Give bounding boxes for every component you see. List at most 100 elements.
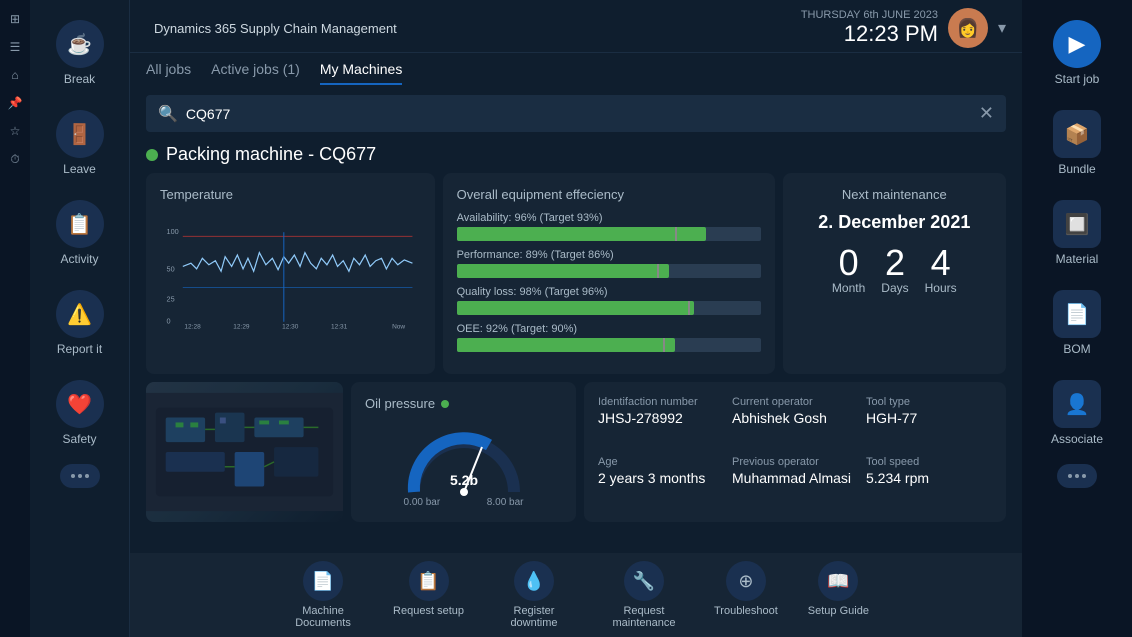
more-sidebar-button[interactable]: [60, 464, 100, 488]
sidebar-item-break[interactable]: ☕ Break: [35, 10, 125, 96]
maintenance-date: 2. December 2021: [797, 212, 992, 233]
days-counter: 2 Days: [881, 245, 908, 295]
info-field-id: Identifaction number JHSJ-278992: [598, 396, 724, 448]
id-label: Identifaction number: [598, 396, 724, 408]
time-text: 12:23 PM: [801, 21, 938, 47]
machine-title-bar: Packing machine - CQ677: [130, 140, 1022, 173]
svg-text:12:28: 12:28: [184, 323, 201, 330]
associate-label: Associate: [1051, 432, 1103, 446]
temperature-title: Temperature: [160, 187, 421, 202]
start-job-button[interactable]: ▶ Start job: [1030, 10, 1125, 96]
datetime-box: THURSDAY 6th JUNE 2023 12:23 PM: [801, 9, 938, 47]
oee-row-3: OEE: 92% (Target: 90%): [457, 323, 761, 352]
svg-text:5.2b: 5.2b: [449, 472, 477, 488]
action-request-setup[interactable]: 📋 Request setup: [393, 561, 464, 629]
action-label-3: Request maintenance: [604, 605, 684, 629]
chevron-down-icon[interactable]: ▾: [998, 18, 1006, 38]
topbar: Dynamics 365 Supply Chain Management THU…: [130, 0, 1022, 53]
action-label-5: Setup Guide: [808, 605, 869, 617]
svg-text:Now: Now: [392, 323, 405, 330]
tool-type-value: HGH-77: [866, 410, 992, 426]
tab-my-machines[interactable]: My Machines: [320, 61, 402, 85]
machine-image-card: [146, 382, 343, 522]
maintenance-card: Next maintenance 2. December 2021 0 Mont…: [783, 173, 1006, 374]
tool-type-label: Tool type: [866, 396, 992, 408]
report-icon: ⚠️: [56, 290, 104, 338]
id-value: JHSJ-278992: [598, 410, 724, 426]
info-field-operator: Current operator Abhishek Gosh: [732, 396, 858, 448]
safety-icon: ❤️: [56, 380, 104, 428]
machine-name: Packing machine - CQ677: [166, 144, 376, 165]
age-label: Age: [598, 456, 724, 468]
hours-counter: 4 Hours: [925, 245, 957, 295]
svg-text:50: 50: [167, 264, 175, 273]
material-button[interactable]: 🔲 Material: [1030, 190, 1125, 276]
avatar[interactable]: 👩: [948, 8, 988, 48]
action-label-4: Troubleshoot: [714, 605, 778, 617]
main-content: Dynamics 365 Supply Chain Management THU…: [130, 0, 1022, 637]
close-icon[interactable]: ✕: [979, 103, 994, 124]
oil-title: Oil pressure: [365, 396, 449, 411]
associate-button[interactable]: 👤 Associate: [1030, 370, 1125, 456]
sidebar: ☕ Break 🚪 Leave 📋 Activity ⚠️ Report it …: [30, 0, 130, 637]
oee-title: Overall equipment effeciency: [457, 187, 761, 202]
cards-row-2: Oil pressure 5.2b: [146, 382, 1006, 522]
bottom-actions-bar: 📄 Machine Documents 📋 Request setup 💧 Re…: [130, 553, 1022, 637]
leave-icon: 🚪: [56, 110, 104, 158]
hamburger-icon[interactable]: ☰: [4, 36, 26, 58]
oee-row-1: Performance: 89% (Target 86%): [457, 249, 761, 278]
prev-operator-value: Muhammad Almasi: [732, 470, 858, 486]
action-request-maintenance[interactable]: 🔧 Request maintenance: [604, 561, 684, 629]
tool-speed-value: 5.234 rpm: [866, 470, 992, 486]
bundle-button[interactable]: 📦 Bundle: [1030, 100, 1125, 186]
maintenance-counters: 0 Month 2 Days 4 Hours: [797, 245, 992, 295]
setup-guide-icon: 📖: [818, 561, 858, 601]
bom-icon: 📄: [1053, 290, 1101, 338]
sidebar-label-safety: Safety: [62, 432, 96, 446]
cards-grid: Temperature 100 50 25 0: [130, 173, 1022, 553]
oee-label-0: Availability: 96% (Target 93%): [457, 212, 761, 224]
oil-status-dot: [441, 400, 449, 408]
gauge-labels: 0.00 bar 8.00 bar: [404, 497, 524, 508]
star-icon[interactable]: ☆: [4, 120, 26, 142]
svg-text:100: 100: [167, 227, 179, 236]
bundle-label: Bundle: [1058, 162, 1095, 176]
tabs-bar: All jobs Active jobs (1) My Machines: [130, 53, 1022, 85]
apps-icon[interactable]: ⊞: [4, 8, 26, 30]
pin-icon[interactable]: 📌: [4, 92, 26, 114]
app-title: Dynamics 365 Supply Chain Management: [154, 21, 397, 36]
material-icon: 🔲: [1053, 200, 1101, 248]
action-machine-documents[interactable]: 📄 Machine Documents: [283, 561, 363, 629]
info-field-tool-speed: Tool speed 5.234 rpm: [866, 456, 992, 508]
machine-image: [146, 382, 343, 522]
action-label-1: Request setup: [393, 605, 464, 617]
more-right-actions-button[interactable]: [1057, 464, 1097, 488]
tab-all-jobs[interactable]: All jobs: [146, 61, 191, 85]
home-icon[interactable]: ⌂: [4, 64, 26, 86]
sidebar-item-safety[interactable]: ❤️ Safety: [35, 370, 125, 456]
search-input[interactable]: [186, 106, 979, 122]
bundle-icon: 📦: [1053, 110, 1101, 158]
operator-value: Abhishek Gosh: [732, 410, 858, 426]
gauge-min-label: 0.00 bar: [404, 497, 441, 508]
days-value: 2: [885, 245, 905, 281]
break-icon: ☕: [56, 20, 104, 68]
svg-text:12:30: 12:30: [282, 323, 299, 330]
sidebar-item-report[interactable]: ⚠️ Report it: [35, 280, 125, 366]
action-register-downtime[interactable]: 💧 Register downtime: [494, 561, 574, 629]
topbar-right: THURSDAY 6th JUNE 2023 12:23 PM 👩 ▾: [801, 8, 1006, 48]
sidebar-label-report: Report it: [57, 342, 102, 356]
oee-label-3: OEE: 92% (Target: 90%): [457, 323, 761, 335]
clock-icon[interactable]: ⏱: [4, 148, 26, 170]
svg-text:25: 25: [167, 294, 175, 303]
sidebar-item-activity[interactable]: 📋 Activity: [35, 190, 125, 276]
temperature-chart: 100 50 25 0 12:28 12:29 12:30: [160, 212, 421, 342]
bom-button[interactable]: 📄 BOM: [1030, 280, 1125, 366]
action-troubleshoot[interactable]: ⊕ Troubleshoot: [714, 561, 778, 629]
sidebar-item-leave[interactable]: 🚪 Leave: [35, 100, 125, 186]
oil-title-text: Oil pressure: [365, 396, 435, 411]
oee-row-0: Availability: 96% (Target 93%): [457, 212, 761, 241]
tab-active-jobs[interactable]: Active jobs (1): [211, 61, 300, 85]
action-setup-guide[interactable]: 📖 Setup Guide: [808, 561, 869, 629]
oil-pressure-card: Oil pressure 5.2b: [351, 382, 576, 522]
